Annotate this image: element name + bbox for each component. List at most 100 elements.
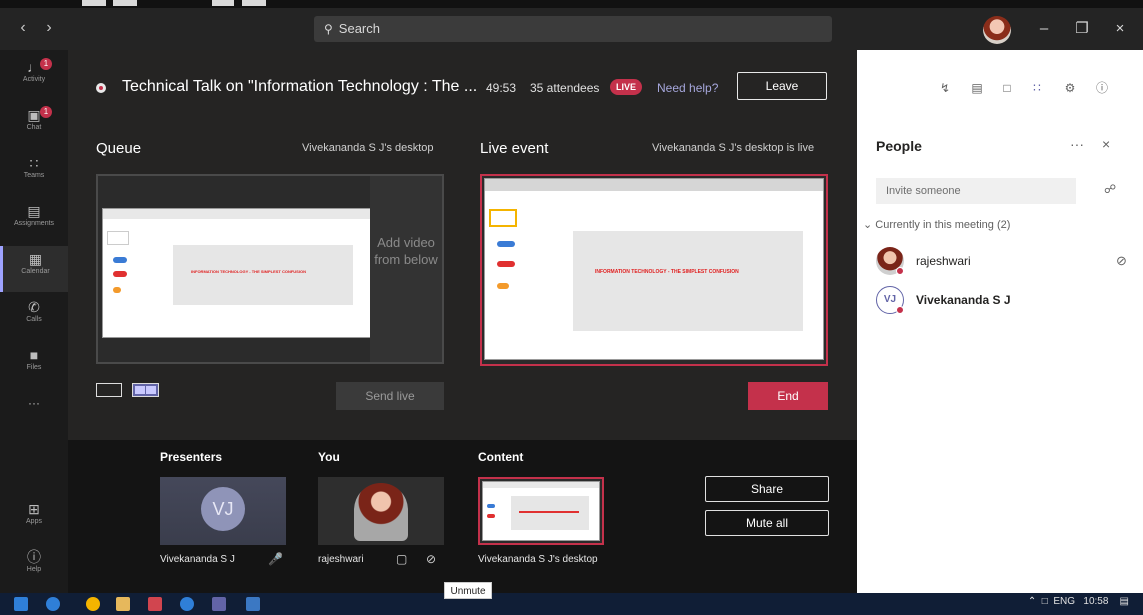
in-meeting-section[interactable]: ⌄ Currently in this meeting (2) (863, 218, 1010, 231)
rail-item-activity[interactable]: ♩ Activity 1 (0, 54, 68, 100)
people-panel: ↯ ▤ □ ∷ ⚙ ⓘ People ··· × Invite someone … (857, 50, 1143, 593)
mute-all-button[interactable]: Mute all (705, 510, 829, 536)
status-indicator (896, 267, 904, 275)
people-icon[interactable]: ∷ (1029, 80, 1045, 96)
send-live-button[interactable]: Send live (336, 382, 444, 410)
info-icon[interactable]: ⓘ (1094, 80, 1110, 96)
layout-split-icon[interactable] (132, 383, 159, 397)
slide-thumb (489, 209, 517, 227)
participant-row[interactable]: rajeshwari ⊘ (876, 247, 1127, 277)
chat-icon[interactable]: □ (999, 80, 1015, 96)
language-indicator: ENG (1053, 596, 1076, 607)
notification-icon: ▤ (1119, 596, 1129, 607)
phone-icon: ✆ (28, 299, 40, 315)
rail-label: Files (26, 364, 42, 371)
live-badge: LIVE (610, 79, 643, 95)
status-indicator (896, 306, 904, 314)
rail-item-apps[interactable]: ⊞ Apps (0, 496, 68, 542)
ie-icon[interactable] (180, 597, 194, 611)
content-heading: Content (478, 450, 524, 464)
slide-thumb-shape (497, 283, 509, 289)
folder-icon[interactable] (116, 597, 130, 611)
self-video-tile[interactable] (318, 477, 444, 545)
rail-item-teams[interactable]: ∷ Teams (0, 150, 68, 196)
panel-title: People (876, 138, 922, 154)
rail-item-calendar[interactable]: ▦ Calendar (0, 246, 68, 292)
teams-icon: ∷ (29, 155, 39, 171)
rail-item-calls[interactable]: ✆ Calls (0, 294, 68, 340)
live-preview[interactable]: INFORMATION TECHNOLOGY - THE SIMPLEST CO… (480, 174, 828, 366)
slide-thumb-shape (113, 287, 121, 293)
presenter-avatar: VJ (201, 487, 245, 531)
mic-off-icon[interactable]: ⊘ (426, 552, 436, 566)
rail-item-help[interactable]: ⓘ Help (0, 544, 68, 590)
queue-source: Vivekananda S J's desktop (302, 142, 434, 154)
notes-icon[interactable]: ▤ (969, 80, 985, 96)
slide-thumb-shape (497, 241, 515, 247)
notification-badge: 1 (40, 106, 52, 118)
share-button[interactable]: Share (705, 476, 829, 502)
participant-name: Vivekananda S J (916, 293, 1011, 307)
close-button[interactable]: × (1108, 18, 1132, 40)
camera-off-icon[interactable]: ▢ (396, 552, 407, 566)
rail-item-assignments[interactable]: ▤ Assignments (0, 198, 68, 244)
slide-thumb-shape (113, 271, 127, 277)
gear-icon[interactable]: ⚙ (1062, 80, 1078, 96)
search-input[interactable]: ⚲ Search (314, 16, 832, 42)
chevron-up-icon: ⌃ (1027, 596, 1037, 607)
sources-panel: Presenters You Content VJ Vivekananda S … (68, 440, 857, 593)
chrome-icon[interactable] (86, 597, 100, 611)
rail-label: Chat (26, 124, 42, 131)
content-tile[interactable] (478, 477, 604, 545)
link-icon[interactable]: ☍ (1104, 182, 1116, 196)
rail-more-button[interactable]: ··· (0, 396, 68, 416)
end-button[interactable]: End (748, 382, 828, 410)
slide-text: INFORMATION TECHNOLOGY - THE SIMPLEST CO… (191, 269, 306, 274)
system-tray[interactable]: ⌃ □ ENG 10:58 ▤ (1028, 596, 1129, 607)
slide-thumb (107, 231, 129, 245)
meeting-title: Technical Talk on "Information Technolog… (122, 78, 478, 95)
close-icon[interactable]: × (1102, 136, 1110, 152)
meeting-timer: 49:53 (486, 81, 517, 95)
activity-icon[interactable]: ↯ (937, 80, 953, 96)
notification-badge: 1 (40, 58, 52, 70)
strip-block (82, 0, 106, 6)
office-icon[interactable] (148, 597, 162, 611)
presenter-tile[interactable]: VJ (160, 477, 286, 545)
participant-row[interactable]: VJ Vivekananda S J (876, 286, 1126, 316)
maximize-button[interactable]: ❐ (1070, 18, 1094, 40)
need-help-link[interactable]: Need help? (657, 81, 718, 95)
layout-single-icon[interactable] (96, 383, 122, 397)
microphone-icon[interactable]: 🎤 (268, 552, 283, 566)
chevron-left-icon[interactable]: ‹ (14, 18, 32, 38)
participant-name: rajeshwari (916, 254, 971, 268)
rail-item-chat[interactable]: ▣ Chat 1 (0, 102, 68, 148)
search-icon: ⚲ (324, 22, 333, 36)
more-options-icon[interactable]: ··· (1070, 136, 1084, 152)
rail-label: Calls (26, 316, 42, 323)
invite-input[interactable]: Invite someone (876, 178, 1076, 204)
queue-heading: Queue (96, 140, 142, 157)
slide-thumb-shape (487, 504, 495, 508)
edge-icon[interactable] (46, 597, 60, 611)
display-icon: □ (1041, 596, 1048, 607)
windows-start-icon[interactable] (14, 597, 28, 611)
self-video (354, 483, 408, 541)
teams-icon[interactable] (212, 597, 226, 611)
leave-button[interactable]: Leave (737, 72, 827, 100)
avatar[interactable] (983, 16, 1011, 44)
assignments-icon: ▤ (27, 203, 41, 219)
rail-label: Teams (23, 172, 45, 179)
minimize-button[interactable]: – (1032, 18, 1056, 40)
app-icon[interactable] (246, 597, 260, 611)
window-top-strip (0, 0, 1143, 8)
slide-thumb-shape (113, 257, 127, 263)
queue-preview[interactable]: INFORMATION TECHNOLOGY - THE SIMPLEST CO… (96, 174, 444, 364)
strip-block (113, 0, 137, 6)
chevron-right-icon[interactable]: › (40, 18, 58, 38)
mic-off-icon[interactable]: ⊘ (1116, 253, 1127, 269)
add-video-hint: Add video from below (370, 176, 442, 362)
rail-item-files[interactable]: ■ Files (0, 342, 68, 388)
live-event-heading: Live event (480, 140, 549, 157)
queue-screen-thumbnail: INFORMATION TECHNOLOGY - THE SIMPLEST CO… (102, 208, 372, 338)
